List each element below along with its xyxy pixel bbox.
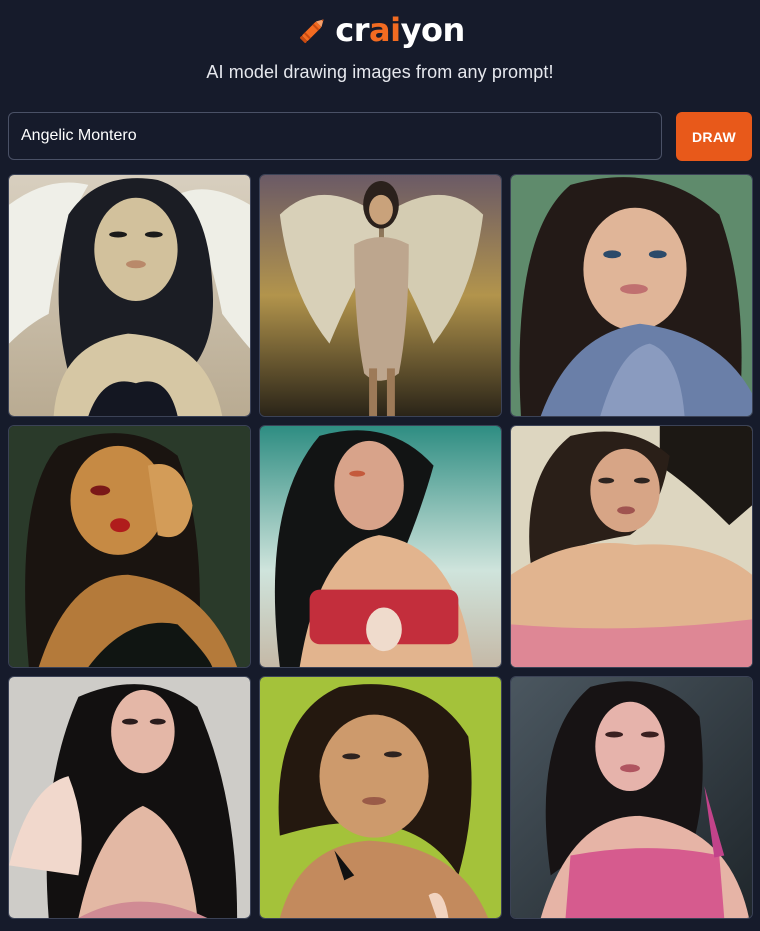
crayon-icon [295,12,331,48]
result-image-6[interactable] [510,425,753,668]
result-image-4[interactable] [8,425,251,668]
result-image-1[interactable] [8,174,251,417]
result-image-8[interactable] [259,676,502,919]
generated-image-3 [511,175,752,416]
results-grid [8,174,753,919]
draw-button[interactable]: DRAW [676,112,752,161]
generated-image-9 [511,677,752,918]
generated-image-5 [260,426,501,667]
generated-image-1 [9,175,250,416]
result-image-9[interactable] [510,676,753,919]
generated-image-2 [260,175,501,416]
result-image-7[interactable] [8,676,251,919]
craiyon-app: craiyon AI model drawing images from any… [0,0,760,931]
generated-image-7 [9,677,250,918]
result-image-2[interactable] [259,174,502,417]
prompt-input[interactable] [8,112,662,160]
generated-image-8 [260,677,501,918]
generated-image-6 [511,426,752,667]
logo-text: craiyon [335,11,465,49]
generated-image-4 [9,426,250,667]
result-image-3[interactable] [510,174,753,417]
tagline: AI model drawing images from any prompt! [206,62,554,82]
craiyon-logo[interactable]: craiyon [0,10,760,50]
result-image-5[interactable] [259,425,502,668]
